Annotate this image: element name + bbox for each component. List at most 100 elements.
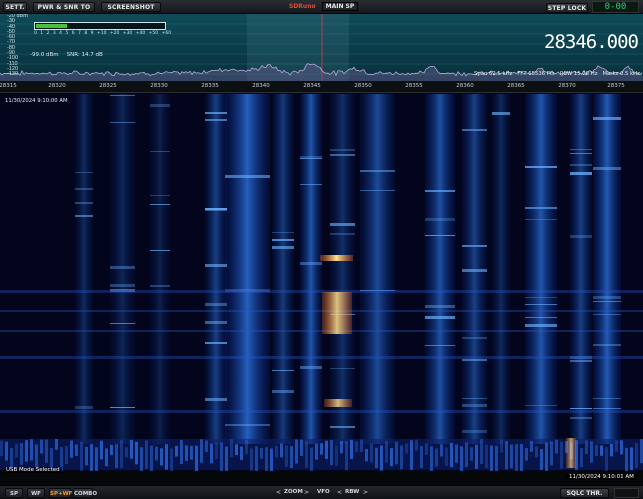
rbw-down-arrow-icon[interactable]: < bbox=[337, 489, 342, 496]
bottom-noise bbox=[430, 446, 433, 471]
bottom-noise bbox=[25, 440, 28, 462]
signal-trace bbox=[110, 284, 135, 287]
frequency-display[interactable]: 28346.000 bbox=[540, 31, 639, 53]
signal-trace bbox=[570, 153, 592, 154]
bottom-noise bbox=[505, 441, 508, 470]
signal-trace bbox=[462, 359, 487, 361]
spectrum-display[interactable]: -20 dBm -30 -40 -50 -60 -70 -80 -90 -100… bbox=[0, 14, 643, 81]
step-lock-button[interactable]: STEP LOCK bbox=[546, 3, 588, 13]
sdruno-logo: SDRuno bbox=[289, 3, 316, 10]
bottom-noise bbox=[150, 445, 153, 471]
freq-tick: 28315 bbox=[0, 83, 17, 89]
bottom-noise bbox=[40, 439, 43, 454]
waterfall-timestamp-bottom: 11/30/2024 9:10:01 AM bbox=[566, 474, 637, 480]
sp-wf-button[interactable]: SP+WF bbox=[49, 488, 72, 498]
hot-signal bbox=[322, 292, 352, 334]
frequency-scale[interactable]: 28315 28320 28325 28330 28335 28340 2834… bbox=[0, 81, 643, 93]
freq-tick: 28340 bbox=[252, 83, 270, 89]
zoom-out-arrow-icon[interactable]: < bbox=[276, 489, 281, 496]
bottom-noise bbox=[115, 444, 118, 469]
bottom-noise bbox=[295, 439, 298, 464]
bottom-noise bbox=[475, 444, 478, 469]
signal-trace bbox=[272, 390, 294, 393]
bottom-noise bbox=[380, 445, 383, 471]
signal-column bbox=[330, 94, 355, 444]
wf-button[interactable]: WF bbox=[27, 488, 45, 498]
signal-trace bbox=[330, 154, 355, 156]
combo-button[interactable]: COMBO bbox=[73, 488, 97, 498]
band-line bbox=[0, 310, 643, 312]
pwr-snr-to-csv-button[interactable]: PWR & SNR TO CSV bbox=[33, 2, 95, 21]
rbw-up-arrow-icon[interactable]: > bbox=[363, 489, 368, 496]
bottom-noise bbox=[535, 446, 538, 458]
bottom-noise bbox=[360, 439, 363, 452]
bottom-noise bbox=[100, 440, 103, 460]
bottom-noise bbox=[560, 441, 563, 469]
sp-button[interactable]: SP bbox=[5, 488, 23, 498]
bottom-noise bbox=[410, 440, 413, 470]
bottom-noise bbox=[620, 440, 623, 455]
fft-label: FFT 65536 Pts bbox=[517, 71, 555, 77]
bottom-noise bbox=[425, 443, 428, 455]
bottom-noise bbox=[465, 442, 468, 468]
zoom-in-arrow-icon[interactable]: > bbox=[304, 489, 309, 496]
signal-trace bbox=[360, 170, 395, 172]
bottom-noise bbox=[280, 443, 283, 458]
signal-trace bbox=[593, 314, 621, 315]
bottom-noise bbox=[555, 439, 558, 454]
bottom-noise bbox=[375, 447, 378, 469]
settings-button[interactable]: SETT. bbox=[3, 2, 27, 12]
signal-trace bbox=[425, 305, 455, 308]
screenshot-button[interactable]: SCREENSHOT bbox=[101, 2, 161, 12]
bottom-noise bbox=[175, 445, 178, 457]
bottom-noise bbox=[460, 446, 463, 471]
signal-trace bbox=[330, 368, 355, 369]
zoom-label: ZOOM bbox=[284, 489, 303, 495]
hot-signal bbox=[320, 255, 353, 261]
bottom-noise bbox=[525, 448, 528, 461]
bottom-noise bbox=[415, 439, 418, 451]
sqlc-threshold-button[interactable]: SQLC THR. bbox=[560, 488, 609, 498]
freq-tick: 28355 bbox=[405, 83, 423, 89]
freq-tick: 28330 bbox=[150, 83, 168, 89]
bottom-noise bbox=[405, 443, 408, 454]
bottom-noise bbox=[445, 447, 448, 466]
signal-trace bbox=[300, 184, 322, 185]
signal-trace bbox=[150, 285, 170, 287]
waterfall-plot bbox=[0, 94, 643, 471]
freq-tick: 28345 bbox=[303, 83, 321, 89]
bottom-noise bbox=[335, 445, 338, 466]
bottom-noise bbox=[545, 442, 548, 471]
freq-tick: 28370 bbox=[558, 83, 576, 89]
band-line bbox=[0, 290, 643, 293]
signal-trace bbox=[75, 188, 93, 190]
signal-trace bbox=[330, 223, 355, 226]
hot-signal bbox=[566, 438, 576, 468]
bottom-noise bbox=[210, 443, 213, 464]
signal-trace bbox=[75, 172, 93, 173]
bottom-noise bbox=[85, 446, 88, 466]
signal-column bbox=[425, 94, 455, 444]
bottom-noise bbox=[270, 448, 273, 471]
bottom-noise bbox=[215, 442, 218, 459]
signal-column bbox=[593, 94, 621, 444]
bottom-noise bbox=[45, 439, 48, 463]
vfo-label[interactable]: VFO bbox=[317, 489, 330, 495]
signal-trace bbox=[570, 235, 592, 238]
signal-trace bbox=[150, 250, 170, 251]
signal-trace bbox=[150, 204, 170, 205]
s-meter bbox=[34, 22, 166, 30]
s-meter-fill bbox=[36, 24, 68, 28]
bottom-noise bbox=[510, 444, 513, 469]
bottom-noise bbox=[305, 441, 308, 468]
s-meter-scale: 0 1 2 3 4 5 6 7 8 9 +10 +20 +30 +40 +50 … bbox=[34, 31, 172, 36]
bottom-noise bbox=[205, 440, 208, 453]
bottom-noise bbox=[225, 446, 228, 471]
bottom-noise bbox=[55, 439, 58, 450]
freq-tick: 28350 bbox=[354, 83, 372, 89]
waterfall-display[interactable]: 11/30/2024 9:10:00 AM bbox=[0, 94, 643, 471]
bottom-noise bbox=[615, 440, 618, 452]
band-line bbox=[0, 410, 643, 413]
bottom-noise bbox=[495, 445, 498, 471]
signal-trace bbox=[205, 342, 227, 344]
